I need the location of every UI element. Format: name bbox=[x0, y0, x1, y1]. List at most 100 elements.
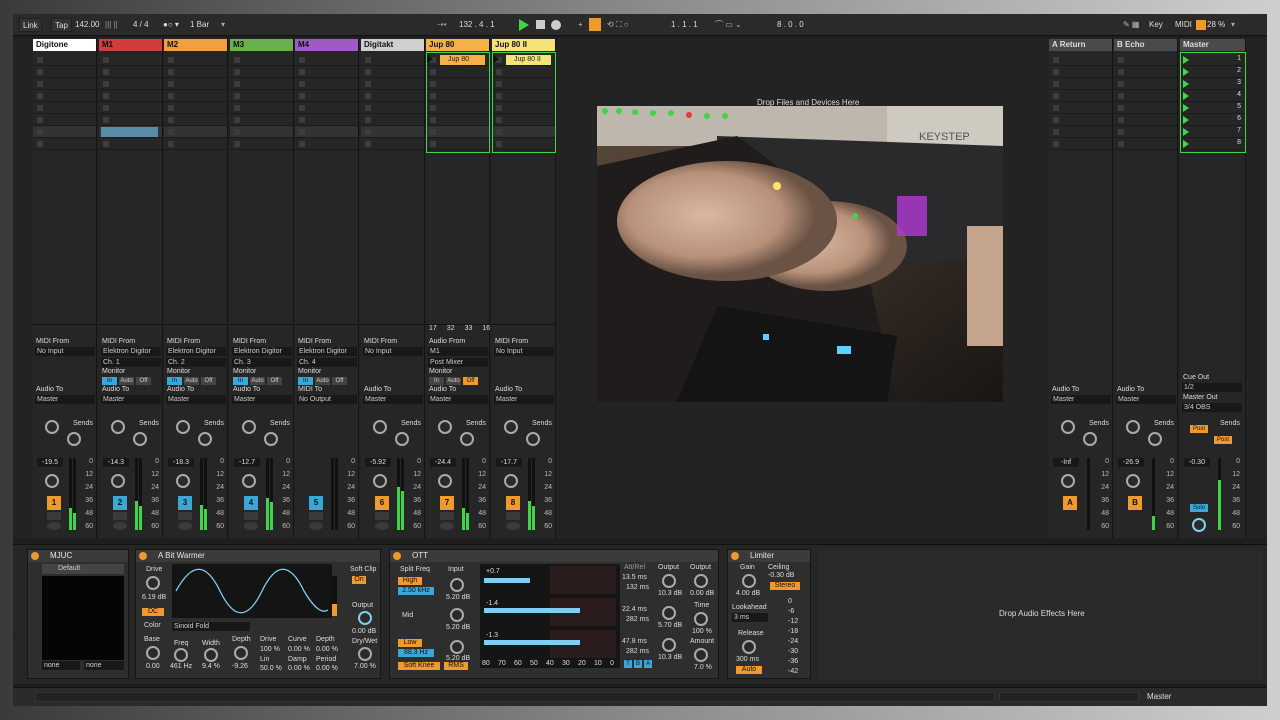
base-knob[interactable] bbox=[146, 646, 160, 660]
clip-slot[interactable] bbox=[361, 90, 424, 102]
mjuc-title[interactable]: MJUC bbox=[28, 550, 128, 562]
slot-stop-icon[interactable] bbox=[37, 69, 43, 75]
follow-icon[interactable]: ⇢• bbox=[437, 18, 447, 32]
track-activator-button[interactable]: 2 bbox=[113, 496, 127, 510]
volume-value[interactable]: -19.5 bbox=[37, 458, 63, 467]
release-knob[interactable] bbox=[742, 640, 756, 654]
volume-value[interactable]: -5.92 bbox=[365, 458, 391, 467]
clip-slot[interactable] bbox=[1049, 138, 1112, 150]
clip-slot[interactable] bbox=[33, 126, 96, 138]
slot-stop-icon[interactable] bbox=[234, 129, 240, 135]
time-knob[interactable] bbox=[694, 612, 708, 626]
overdub-icon[interactable]: + bbox=[578, 18, 583, 32]
capture-icon[interactable]: ⟲ ⛶ ○ bbox=[607, 18, 629, 32]
volume-value[interactable]: -17.7 bbox=[496, 458, 522, 467]
input-channel-select[interactable]: Ch. 3 bbox=[232, 358, 292, 367]
lookahead-select[interactable]: 3 ms bbox=[732, 613, 768, 622]
clip-slot[interactable] bbox=[230, 78, 293, 90]
low-freq-value[interactable]: 88.3 Hz bbox=[398, 649, 434, 657]
track-header[interactable]: Master bbox=[1180, 39, 1245, 51]
clip-slot[interactable] bbox=[361, 138, 424, 150]
slot-stop-icon[interactable] bbox=[103, 69, 109, 75]
slot-stop-icon[interactable] bbox=[365, 93, 371, 99]
track-header[interactable]: Digitakt bbox=[361, 39, 424, 51]
slot-stop-icon[interactable] bbox=[103, 105, 109, 111]
slot-stop-icon[interactable] bbox=[365, 69, 371, 75]
low-release[interactable]: 282 ms bbox=[626, 648, 649, 655]
send-b-knob[interactable] bbox=[395, 432, 409, 446]
clip-slot[interactable] bbox=[33, 54, 96, 66]
clip-slot[interactable] bbox=[33, 90, 96, 102]
clip-slot[interactable] bbox=[1049, 90, 1112, 102]
arm-button[interactable] bbox=[178, 522, 192, 530]
low-attack[interactable]: 47.8 ms bbox=[622, 638, 647, 645]
monitor-in-button[interactable]: In bbox=[298, 377, 313, 385]
arm-button[interactable] bbox=[309, 522, 323, 530]
slot-stop-icon[interactable] bbox=[103, 81, 109, 87]
input-channel-select[interactable]: Ch. 1 bbox=[101, 358, 161, 367]
send-b-knob[interactable] bbox=[133, 432, 147, 446]
slot-stop-icon[interactable] bbox=[103, 117, 109, 123]
volume-value[interactable]: -14.3 bbox=[103, 458, 129, 467]
chevron-down-icon[interactable]: ▾ bbox=[221, 18, 225, 32]
send-a-knob[interactable] bbox=[438, 420, 452, 434]
slot-stop-icon[interactable] bbox=[430, 129, 436, 135]
clip-slot[interactable] bbox=[295, 54, 358, 66]
slot-stop-icon[interactable] bbox=[299, 129, 305, 135]
pan-knob[interactable] bbox=[1126, 474, 1140, 488]
slot-stop-icon[interactable] bbox=[1053, 129, 1059, 135]
slot-stop-icon[interactable] bbox=[496, 69, 502, 75]
solo-button[interactable] bbox=[178, 512, 192, 520]
slot-stop-icon[interactable] bbox=[430, 141, 436, 147]
clip-slot[interactable] bbox=[33, 78, 96, 90]
send-a-knob[interactable] bbox=[242, 420, 256, 434]
clip-slot[interactable] bbox=[492, 90, 555, 102]
input-select[interactable]: No Input bbox=[494, 347, 554, 356]
output-high-knob[interactable] bbox=[662, 574, 676, 588]
clip-slot[interactable] bbox=[426, 78, 489, 90]
slot-stop-icon[interactable] bbox=[299, 105, 305, 111]
tempo-field[interactable]: 142.00 bbox=[75, 18, 99, 32]
cue-out-select[interactable]: 1/2 bbox=[1182, 383, 1242, 392]
solo-button[interactable] bbox=[506, 512, 520, 520]
monitor-auto-button[interactable]: Auto bbox=[446, 377, 461, 385]
clip-slot[interactable] bbox=[1114, 114, 1177, 126]
clip-slot[interactable] bbox=[361, 102, 424, 114]
tap-button[interactable]: Tap bbox=[51, 18, 72, 32]
clip-slot[interactable] bbox=[492, 78, 555, 90]
input-high-knob[interactable] bbox=[450, 578, 464, 592]
high-attack[interactable]: 13.5 ms bbox=[622, 574, 647, 581]
master-out-select[interactable]: 3/4 OBS bbox=[1182, 403, 1242, 412]
clip-slot[interactable] bbox=[230, 54, 293, 66]
slot-stop-icon[interactable] bbox=[496, 81, 502, 87]
slot-stop-icon[interactable] bbox=[496, 105, 502, 111]
output-mid-knob[interactable] bbox=[662, 606, 676, 620]
slot-stop-icon[interactable] bbox=[1053, 57, 1059, 63]
rms-button[interactable]: RMS bbox=[444, 662, 468, 670]
clip-slot[interactable] bbox=[295, 90, 358, 102]
send-a-knob[interactable] bbox=[111, 420, 125, 434]
slot-stop-icon[interactable] bbox=[365, 105, 371, 111]
slot-stop-icon[interactable] bbox=[37, 81, 43, 87]
clip-slot[interactable] bbox=[295, 78, 358, 90]
soft-knee-button[interactable]: Soft Knee bbox=[398, 662, 440, 670]
clip-slot[interactable] bbox=[295, 114, 358, 126]
slot-stop-icon[interactable] bbox=[299, 141, 305, 147]
slot-stop-icon[interactable] bbox=[299, 117, 305, 123]
clip-slot[interactable] bbox=[295, 66, 358, 78]
slot-stop-icon[interactable] bbox=[496, 141, 502, 147]
clip-slot[interactable] bbox=[33, 66, 96, 78]
clip-slot[interactable] bbox=[426, 90, 489, 102]
freq-knob[interactable] bbox=[174, 648, 188, 662]
clip-slot[interactable] bbox=[426, 114, 489, 126]
send-b-knob[interactable] bbox=[1083, 432, 1097, 446]
slot-stop-icon[interactable] bbox=[1053, 117, 1059, 123]
pan-knob[interactable] bbox=[45, 474, 59, 488]
monitor-auto-button[interactable]: Auto bbox=[119, 377, 134, 385]
output-select[interactable]: No Output bbox=[297, 395, 357, 404]
slot-stop-icon[interactable] bbox=[299, 69, 305, 75]
clip-slot[interactable] bbox=[230, 126, 293, 138]
monitor-auto-button[interactable]: Auto bbox=[315, 377, 330, 385]
solo-button[interactable] bbox=[47, 512, 61, 520]
scene-launch[interactable]: 7 bbox=[1180, 126, 1245, 138]
